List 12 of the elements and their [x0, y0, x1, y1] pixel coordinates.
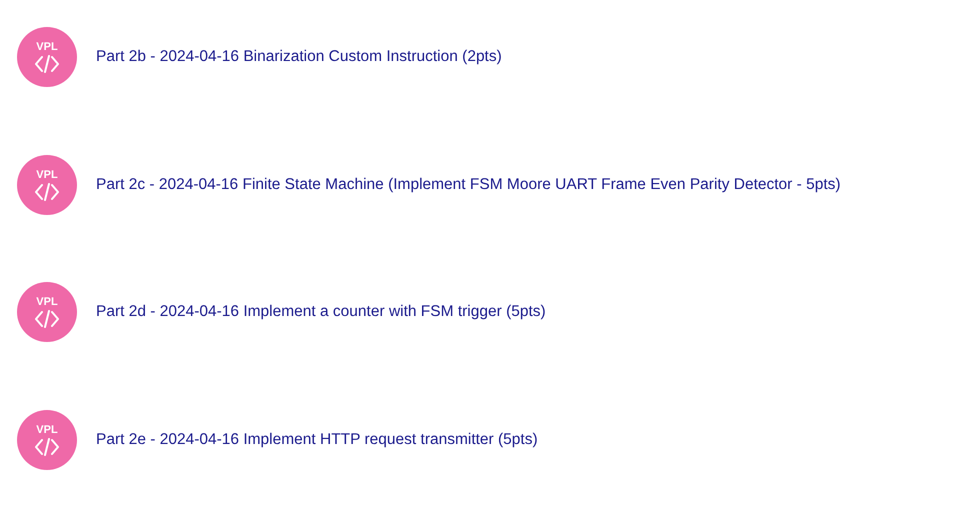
activity-link[interactable]: Part 2b - 2024-04-16 Binarization Custom Instruction (2pts): [96, 48, 502, 66]
icon-label: VPL: [36, 424, 58, 436]
code-brackets-icon: [34, 182, 60, 200]
code-brackets-icon: [34, 55, 60, 73]
icon-label: VPL: [36, 41, 58, 53]
icon-label: VPL: [36, 296, 58, 308]
activity-link[interactable]: Part 2c - 2024-04-16 Finite State Machine (Implement FSM Moore UART Frame Even Parity Detector - 5pts): [96, 176, 841, 194]
code-brackets-icon: [34, 310, 60, 328]
activity-link[interactable]: Part 2e - 2024-04-16 Implement HTTP request transmitter (5pts): [96, 430, 538, 448]
activity-link[interactable]: Part 2d - 2024-04-16 Implement a counter with FSM trigger (5pts): [96, 303, 546, 321]
icon-label: VPL: [36, 168, 58, 180]
code-brackets-icon: [34, 438, 60, 456]
